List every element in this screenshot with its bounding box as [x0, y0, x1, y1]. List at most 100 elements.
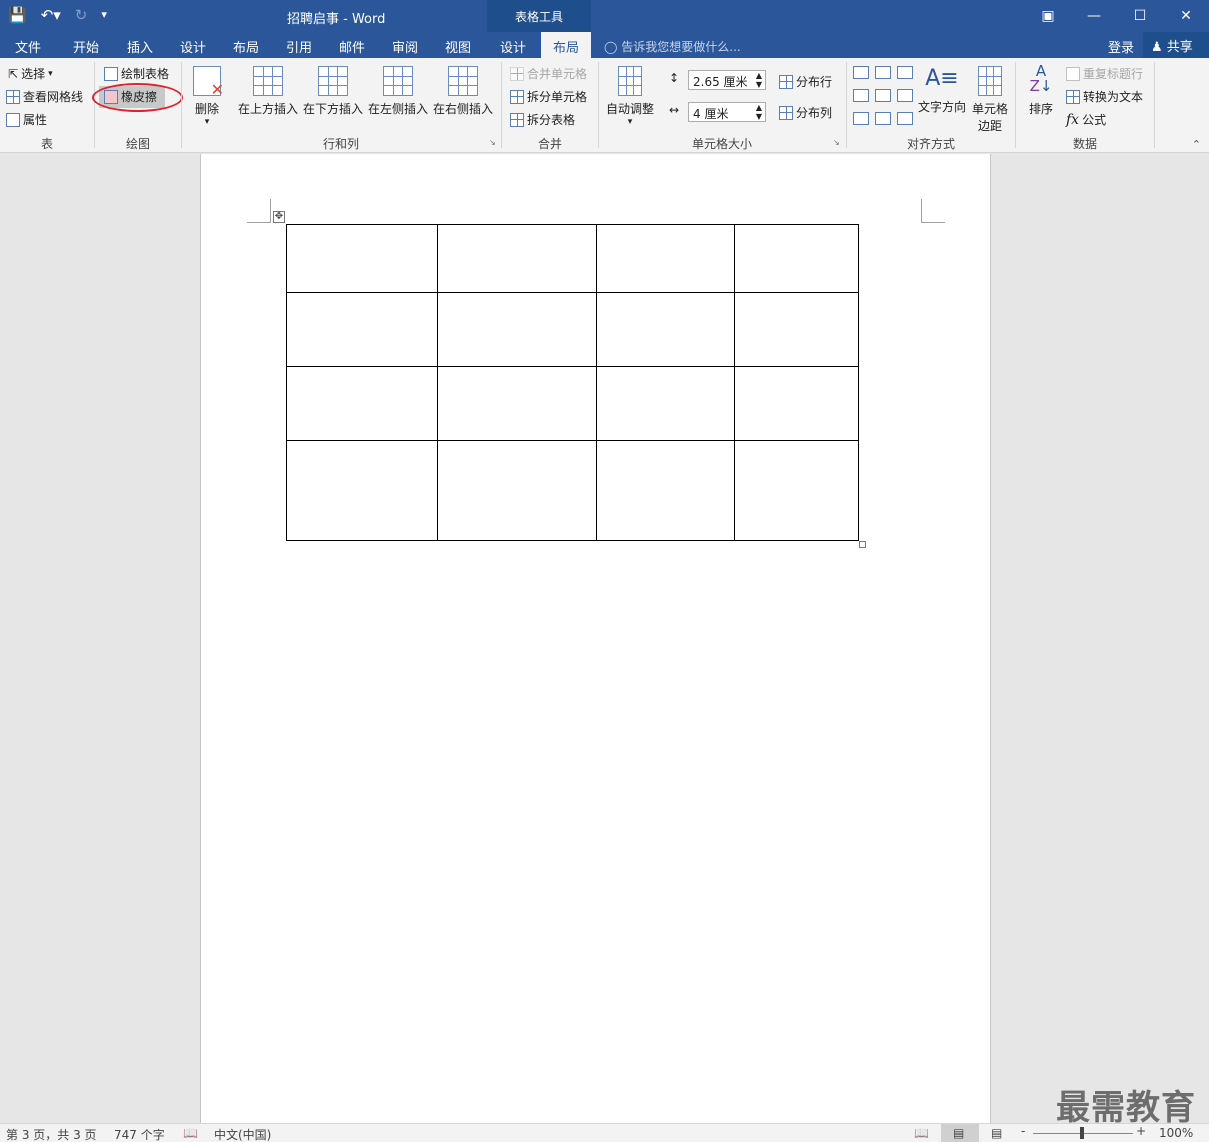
table-cell[interactable]: [596, 366, 735, 441]
draw-table-button[interactable]: 绘制表格: [104, 65, 169, 82]
table-cell[interactable]: [734, 224, 859, 293]
cell-margins-button[interactable]: 单元格 边距: [970, 66, 1010, 134]
document-title: 招聘启事 - Word: [287, 12, 386, 27]
split-table-button[interactable]: 拆分表格: [510, 111, 575, 128]
table-cell[interactable]: [437, 292, 597, 367]
dialog-launcher-icon[interactable]: ↘: [489, 138, 496, 147]
print-layout-icon[interactable]: ▤: [953, 1126, 964, 1140]
table-cell[interactable]: [286, 224, 438, 293]
align-middle-right-icon[interactable]: [897, 89, 913, 102]
insert-right-button[interactable]: 在右侧插入: [432, 66, 494, 117]
table-cell[interactable]: [437, 224, 597, 293]
share-button[interactable]: ♟ 共享: [1143, 32, 1209, 58]
align-middle-left-icon[interactable]: [853, 89, 869, 102]
table-move-handle-icon[interactable]: ✥: [273, 211, 285, 223]
zoom-slider-thumb[interactable]: [1080, 1127, 1084, 1139]
properties-button[interactable]: 属性: [6, 111, 47, 128]
insert-above-button[interactable]: 在上方插入: [237, 66, 299, 117]
table-cell[interactable]: [286, 292, 438, 367]
distribute-cols-button[interactable]: 分布列: [779, 104, 832, 121]
insert-below-button[interactable]: 在下方插入: [302, 66, 364, 117]
proofing-icon[interactable]: 📖: [183, 1126, 198, 1140]
tab-layout[interactable]: 布局: [233, 37, 259, 56]
word-count[interactable]: 747 个字: [114, 1126, 165, 1142]
delete-button[interactable]: ✕ 删除 ▾: [190, 66, 224, 127]
tab-home[interactable]: 开始: [73, 37, 99, 56]
tab-view[interactable]: 视图: [445, 37, 471, 56]
undo-icon[interactable]: ↶▾: [41, 4, 61, 26]
spinner-icon[interactable]: ▲ ▼: [756, 103, 762, 121]
web-layout-icon[interactable]: ▤: [991, 1126, 1002, 1140]
properties-label: 属性: [23, 113, 48, 127]
zoom-level[interactable]: 100%: [1159, 1126, 1193, 1140]
table-cell[interactable]: [437, 440, 597, 541]
tab-table-layout[interactable]: 布局: [541, 32, 592, 58]
table-cell[interactable]: [596, 440, 735, 541]
text-direction-label: 文字方向: [917, 100, 966, 114]
minimize-icon[interactable]: —: [1071, 0, 1117, 32]
align-top-right-icon[interactable]: [897, 66, 913, 79]
align-top-left-icon[interactable]: [853, 66, 869, 79]
table-resize-handle[interactable]: [859, 541, 866, 548]
split-cells-button[interactable]: 拆分单元格: [510, 88, 587, 105]
close-icon[interactable]: ✕: [1163, 0, 1209, 32]
cell-margins-label-1: 单元格: [971, 102, 1008, 116]
tell-me-box[interactable]: ◯ 告诉我您想要做什么...: [604, 38, 741, 55]
tab-table-design[interactable]: 设计: [500, 37, 526, 56]
spinner-icon[interactable]: ▲ ▼: [756, 71, 762, 89]
login-link[interactable]: 登录: [1108, 37, 1134, 56]
collapse-ribbon-icon[interactable]: ⌃: [1192, 138, 1201, 151]
row-height-input[interactable]: 2.65 厘米 ▲ ▼: [688, 70, 766, 90]
tab-insert[interactable]: 插入: [127, 37, 153, 56]
table-cell[interactable]: [734, 366, 859, 441]
align-bottom-center-icon[interactable]: [875, 112, 891, 125]
align-bottom-right-icon[interactable]: [897, 112, 913, 125]
text-direction-icon: A≡: [925, 66, 959, 91]
align-middle-center-icon[interactable]: [875, 89, 891, 102]
view-gridlines-button[interactable]: 查看网格线: [6, 88, 83, 105]
page-count[interactable]: 第 3 页，共 3 页: [6, 1126, 97, 1142]
merge-cells-button[interactable]: 合并单元格: [510, 65, 587, 82]
table-cell[interactable]: [286, 440, 438, 541]
customize-qat-icon[interactable]: ▾: [101, 4, 107, 26]
table-cell[interactable]: [734, 292, 859, 367]
read-mode-icon[interactable]: 📖: [914, 1126, 929, 1140]
tab-design[interactable]: 设计: [180, 37, 206, 56]
formula-label: 公式: [1082, 113, 1107, 127]
zoom-out-button[interactable]: -: [1021, 1124, 1025, 1138]
redo-icon[interactable]: ↻: [75, 4, 88, 26]
table-cell[interactable]: [596, 224, 735, 293]
text-direction-button[interactable]: A≡ 文字方向: [917, 64, 967, 115]
repeat-header-rows-button[interactable]: 重复标题行: [1066, 65, 1143, 82]
split-table-label: 拆分表格: [527, 113, 576, 127]
table-tools-label: 表格工具: [515, 10, 564, 24]
cell-margins-icon: [978, 66, 1002, 96]
dialog-launcher-icon[interactable]: ↘: [833, 138, 840, 147]
table-cell[interactable]: [596, 292, 735, 367]
table-cell[interactable]: [734, 440, 859, 541]
tab-review[interactable]: 审阅: [392, 37, 418, 56]
save-icon[interactable]: 💾: [8, 4, 27, 26]
tab-file[interactable]: 文件: [15, 37, 41, 56]
insert-below-icon: [318, 66, 348, 96]
zoom-in-button[interactable]: +: [1136, 1124, 1146, 1138]
quick-access-toolbar: 💾 ↶▾ ↻ ▾: [8, 4, 107, 26]
distribute-rows-button[interactable]: 分布行: [779, 73, 832, 90]
table-cell[interactable]: [286, 366, 438, 441]
align-bottom-left-icon[interactable]: [853, 112, 869, 125]
group-label-cell-size: 单元格大小: [691, 137, 752, 151]
convert-to-text-button[interactable]: 转换为文本: [1066, 88, 1143, 105]
language-indicator[interactable]: 中文(中国): [214, 1126, 271, 1142]
formula-button[interactable]: fx 公式: [1066, 111, 1106, 128]
col-width-input[interactable]: 4 厘米 ▲ ▼: [688, 102, 766, 122]
align-top-center-icon[interactable]: [875, 66, 891, 79]
tab-mailings[interactable]: 邮件: [339, 37, 365, 56]
autofit-button[interactable]: 自动调整 ▾: [604, 66, 656, 127]
insert-left-button[interactable]: 在左侧插入: [367, 66, 429, 117]
select-button[interactable]: ⇱ 选择 ▾: [8, 65, 53, 82]
tab-references[interactable]: 引用: [286, 37, 312, 56]
sort-button[interactable]: A Z↓ 排序: [1024, 64, 1058, 117]
maximize-icon[interactable]: ☐: [1117, 0, 1163, 32]
restore-ribbon-icon[interactable]: ▣: [1025, 0, 1071, 32]
table-cell[interactable]: [437, 366, 597, 441]
